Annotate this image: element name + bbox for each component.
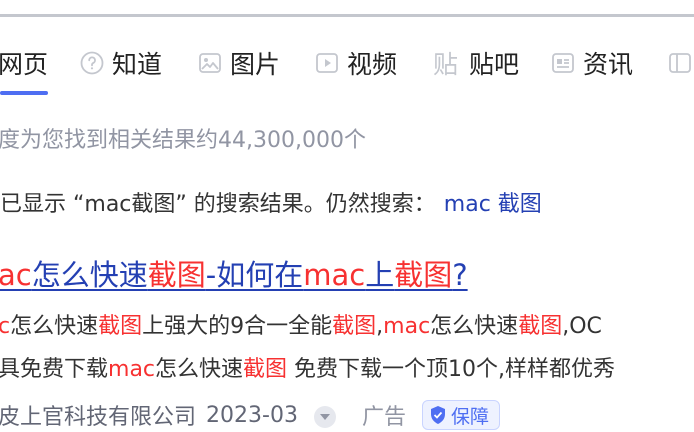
tab-label: 视频 [347,50,398,79]
snippet-text: 怎么快速 [10,314,99,339]
snippet-text: 免费下载一个顶10个,样样都优秀 [287,357,616,382]
snippet-text: 具免费下载 [0,357,109,382]
tab-video[interactable]: 视频 [315,38,397,88]
highlight-keyword: 截图 [394,258,453,292]
result-title-link[interactable]: ac怎么快速截图-如何在mac上截图? [0,252,468,294]
active-tab-indicator [0,91,48,95]
question-circle-icon [80,51,104,75]
title-text: ? [452,258,468,292]
tab-more[interactable] [668,38,694,88]
highlight-keyword: 截图 [332,314,377,339]
snippet-text: 怎么快速 [155,357,244,382]
tab-news[interactable]: 资讯 [551,38,633,88]
tab-label: 贴吧 [469,50,520,79]
source-name[interactable]: 皮上官科技有限公司 [0,399,196,431]
chevron-down-icon[interactable] [313,406,336,428]
tab-label: 网页 [0,50,49,79]
result-source: 皮上官科技有限公司 2023-03 广告 保障 [0,399,500,431]
highlight-keyword: 截图 [243,357,288,382]
spelling-hint: 已显示 “mac截图” 的搜索结果。仍然搜索： mac 截图 [0,186,542,218]
highlight-keyword: 截图 [147,258,206,292]
play-icon [315,51,339,75]
title-text: -如何在 [205,258,304,292]
original-query-link[interactable]: mac 截图 [444,192,542,217]
tab-zhidao[interactable]: 知道 [80,38,162,88]
hint-text: 已显示 “mac截图” 的搜索结果。仍然搜索： [0,192,436,217]
result-date: 2023-03 [206,402,298,428]
tab-label: 图片 [230,50,281,79]
news-icon [551,51,575,75]
more-tab-icon [668,51,692,75]
result-snippet-line-2: 具免费下载mac怎么快速截图 免费下载一个顶10个,样样都优秀 [0,351,615,383]
highlight-keyword: mac [383,314,431,339]
result-snippet-line-1: c怎么快速截图上强大的9合一全能截图,mac怎么快速截图,OC [0,308,602,340]
highlight-keyword: mac [303,258,366,292]
guarantee-badge[interactable]: 保障 [421,400,500,430]
highlight-keyword: c [0,314,11,339]
snippet-text: ,OC [562,314,602,339]
tab-label: 资讯 [583,50,634,79]
highlight-keyword: 截图 [518,314,563,339]
tab-tieba[interactable]: 贴 贴吧 [433,38,519,88]
image-icon [198,51,222,75]
tieba-icon: 贴 [433,50,459,79]
shield-icon [430,406,445,424]
ad-label: 广告 [361,405,406,430]
title-text: 怎么快速 [31,258,148,292]
highlight-keyword: mac [108,357,156,382]
highlight-keyword: 截图 [98,314,143,339]
snippet-text: 上强大的9合一全能 [142,314,333,339]
top-divider [0,14,694,17]
tab-images[interactable]: 图片 [198,38,280,88]
tab-web[interactable]: 网页 [0,38,48,88]
highlight-keyword: ac [0,258,32,292]
snippet-text: 怎么快速 [430,314,519,339]
search-tabs: 网页 知道 图片 视频 贴 贴吧 资讯 [0,38,694,95]
tab-label: 知道 [112,50,163,79]
result-count: 度为您找到相关结果约44,300,000个 [0,128,366,153]
title-text: 上 [365,258,395,292]
badge-label: 保障 [450,405,489,428]
